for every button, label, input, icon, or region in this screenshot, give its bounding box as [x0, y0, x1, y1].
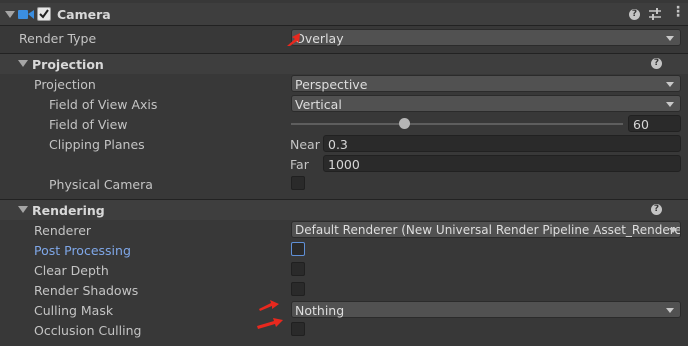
renderer-label: Renderer — [34, 223, 92, 238]
more-options-icon[interactable]: ⋮ — [671, 4, 685, 20]
projection-label: Projection — [34, 77, 96, 92]
divider — [0, 25, 688, 26]
physical-camera-row: Physical Camera — [0, 174, 688, 194]
camera-component-header[interactable]: Camera ? ⋮ — [0, 3, 688, 25]
fov-label: Field of View — [49, 117, 128, 132]
component-title: Camera — [57, 7, 111, 22]
clipping-planes-label: Clipping Planes — [49, 137, 145, 152]
physical-camera-checkbox[interactable] — [291, 176, 305, 190]
fov-input[interactable]: 60 — [628, 115, 681, 132]
chevron-down-icon — [666, 308, 674, 313]
culling-mask-dropdown[interactable]: Nothing — [291, 301, 681, 318]
render-shadows-row: Render Shadows — [0, 280, 688, 300]
fov-slider-handle[interactable] — [399, 118, 410, 129]
near-input[interactable]: 0.3 — [323, 135, 681, 152]
fov-axis-value: Vertical — [295, 97, 342, 112]
near-value: 0.3 — [328, 137, 348, 152]
red-annotation-arrow — [287, 33, 300, 46]
culling-mask-row: Culling Mask Nothing — [0, 300, 688, 320]
fov-axis-row: Field of View Axis Vertical — [0, 94, 688, 114]
occlusion-culling-row: Occlusion Culling — [0, 320, 688, 340]
projection-row: Projection Perspective — [0, 74, 688, 94]
collapse-arrow-icon[interactable] — [18, 60, 28, 67]
projection-section-header[interactable]: Projection ? — [0, 54, 688, 74]
post-processing-label: Post Processing — [34, 243, 131, 258]
physical-camera-label: Physical Camera — [49, 177, 153, 192]
fov-row: Field of View 60 — [0, 114, 688, 134]
occlusion-culling-checkbox[interactable] — [291, 322, 305, 336]
render-shadows-label: Render Shadows — [34, 283, 139, 298]
help-icon[interactable]: ? — [651, 204, 662, 215]
collapse-arrow-icon[interactable] — [5, 11, 15, 18]
chevron-down-icon — [666, 36, 674, 41]
projection-header: Projection — [32, 57, 104, 72]
chevron-down-icon — [669, 228, 677, 233]
presets-icon[interactable] — [649, 8, 661, 20]
clear-depth-row: Clear Depth — [0, 260, 688, 280]
far-input[interactable]: 1000 — [323, 155, 681, 172]
chevron-down-icon — [666, 102, 674, 107]
far-value: 1000 — [328, 157, 360, 172]
red-annotation-arrow — [257, 318, 283, 329]
clear-depth-checkbox[interactable] — [291, 262, 305, 276]
fov-value: 60 — [633, 117, 649, 132]
render-type-label: Render Type — [19, 31, 97, 46]
clear-depth-label: Clear Depth — [34, 263, 109, 278]
render-shadows-checkbox[interactable] — [291, 282, 305, 296]
fov-axis-dropdown[interactable]: Vertical — [291, 95, 681, 112]
renderer-dropdown[interactable]: Default Renderer (New Universal Render P… — [291, 221, 681, 238]
culling-mask-label: Culling Mask — [34, 303, 114, 318]
component-enabled-checkbox[interactable] — [37, 7, 51, 21]
post-processing-row: Post Processing — [0, 240, 688, 260]
projection-value: Perspective — [295, 77, 368, 92]
near-label: Near — [290, 137, 320, 152]
render-type-dropdown[interactable]: Overlay — [291, 29, 681, 46]
fov-axis-label: Field of View Axis — [49, 97, 158, 112]
clipping-far-row: Far 1000 — [0, 154, 688, 174]
chevron-down-icon — [666, 82, 674, 87]
render-type-row: Render Type Overlay — [0, 28, 688, 48]
checkmark-icon — [39, 9, 49, 19]
projection-dropdown[interactable]: Perspective — [291, 75, 681, 92]
far-label: Far — [290, 157, 309, 172]
post-processing-checkbox[interactable] — [291, 242, 305, 256]
help-icon[interactable]: ? — [651, 58, 662, 69]
renderer-row: Renderer Default Renderer (New Universal… — [0, 220, 688, 240]
renderer-value: Default Renderer (New Universal Render P… — [295, 223, 681, 237]
rendering-header: Rendering — [32, 203, 105, 218]
fov-slider-track[interactable] — [291, 123, 623, 125]
red-annotation-arrow — [259, 300, 279, 311]
occlusion-culling-label: Occlusion Culling — [34, 323, 142, 338]
rendering-section-header[interactable]: Rendering ? — [0, 200, 688, 220]
camera-icon — [18, 10, 34, 19]
collapse-arrow-icon[interactable] — [18, 206, 28, 213]
clipping-near-row: Clipping Planes Near 0.3 — [0, 134, 688, 154]
help-icon[interactable]: ? — [629, 9, 640, 20]
render-type-value: Overlay — [295, 31, 344, 46]
culling-mask-value: Nothing — [295, 303, 345, 318]
